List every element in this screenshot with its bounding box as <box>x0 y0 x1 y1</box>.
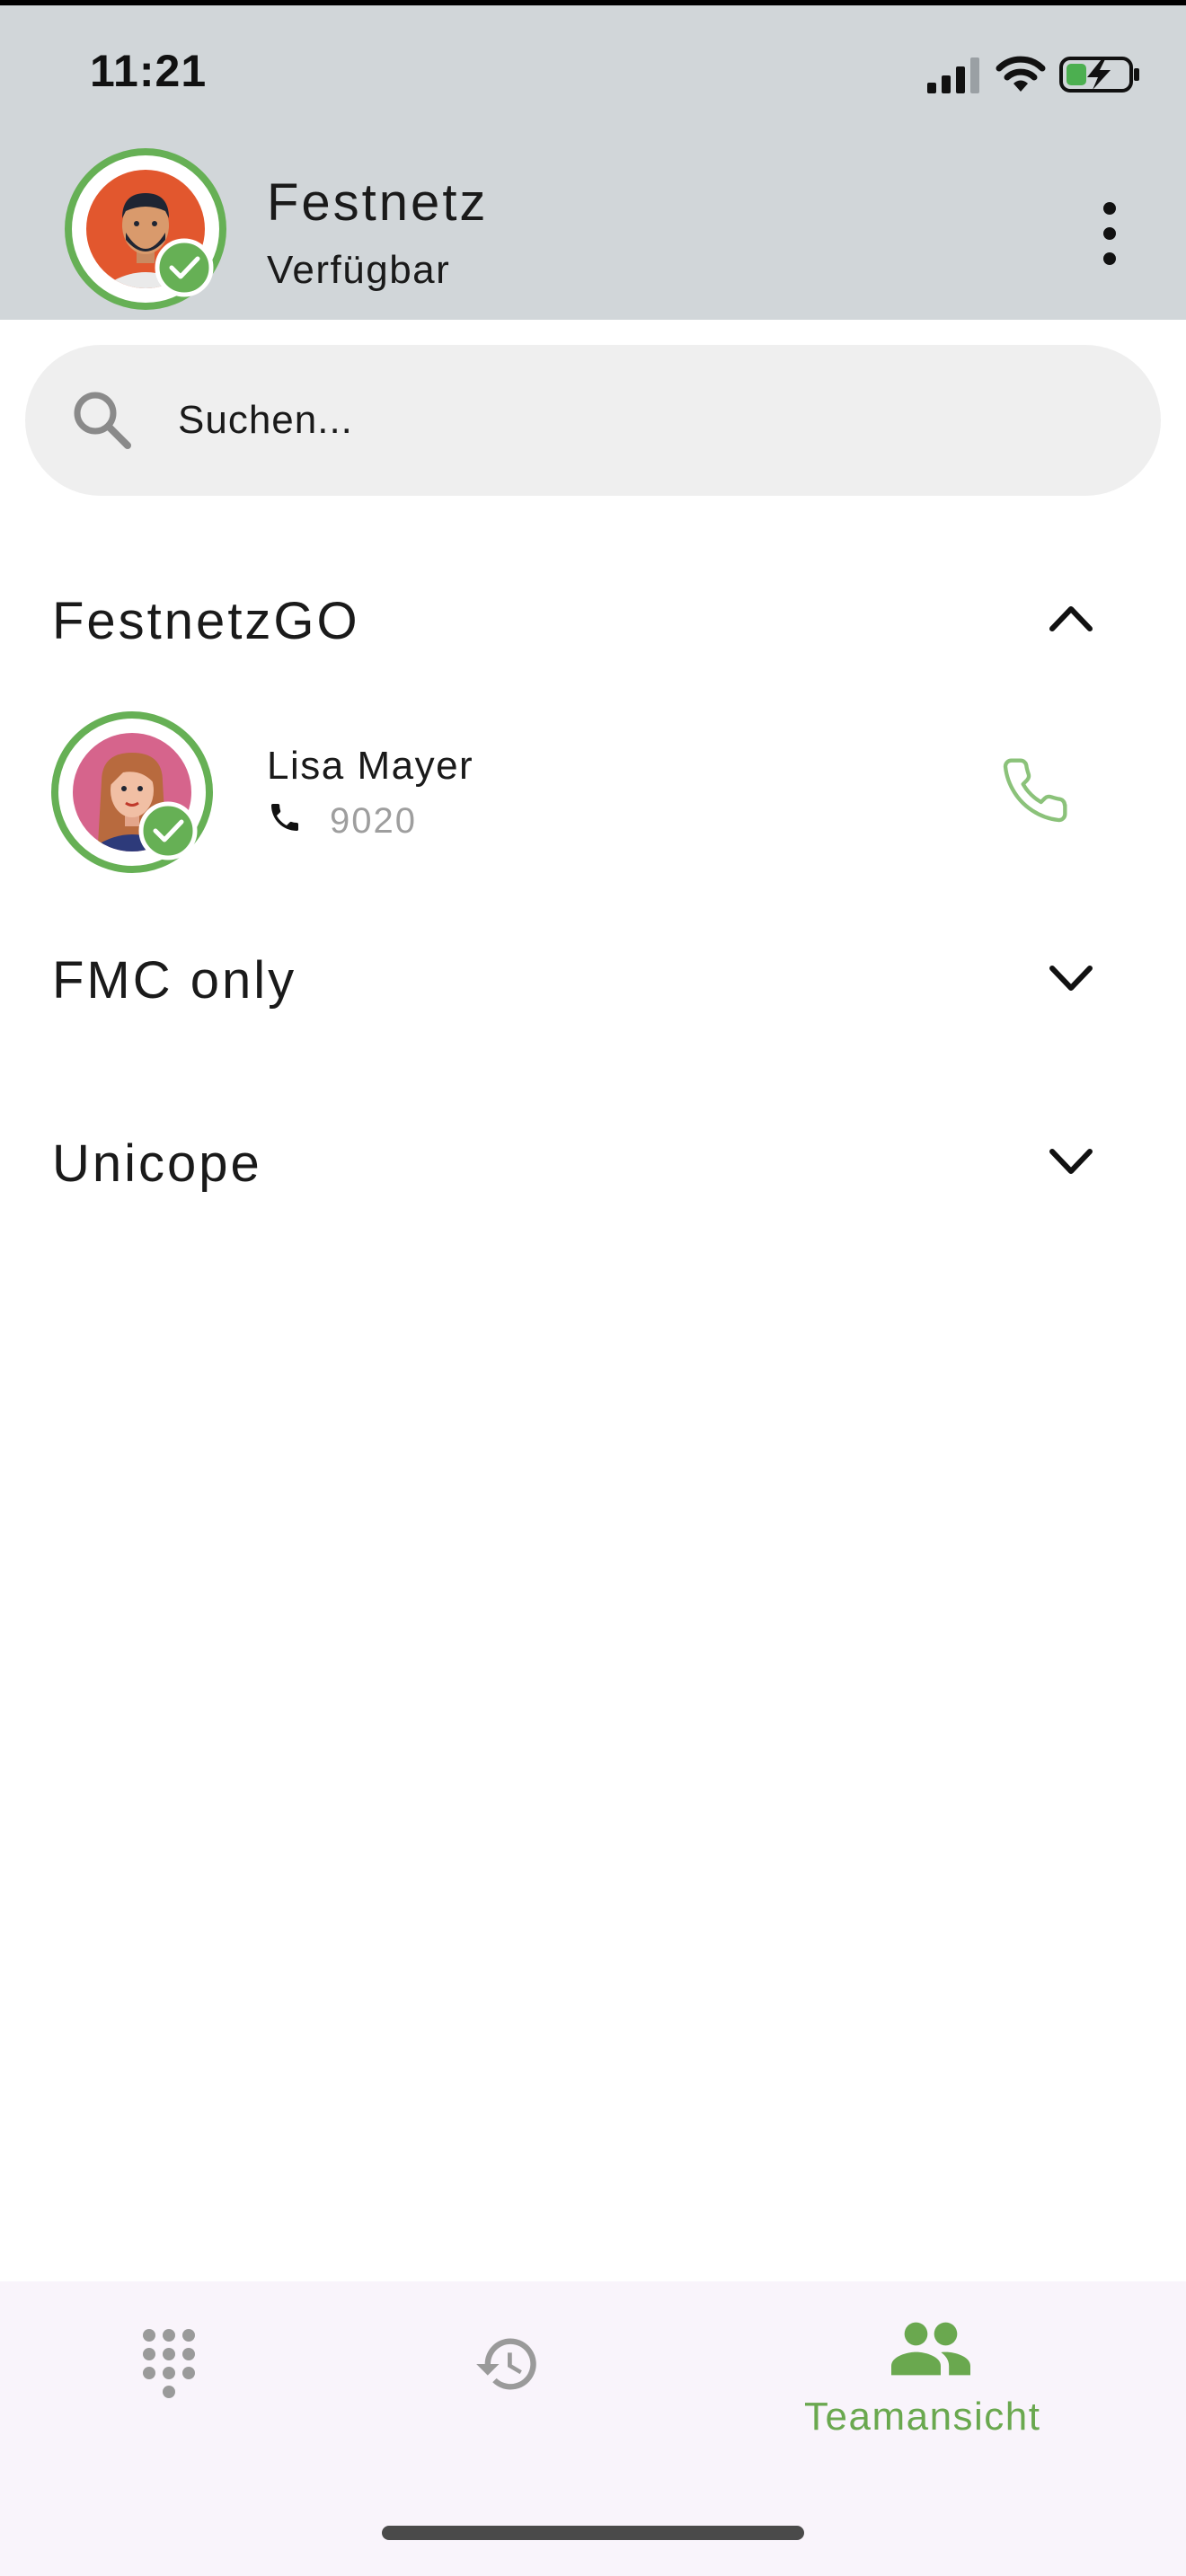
team-icon <box>891 2322 970 2376</box>
phone-icon <box>271 804 298 831</box>
list-item[interactable]: Lisa Mayer 9020 <box>0 701 1186 880</box>
wifi-icon <box>996 56 1046 92</box>
history-icon[interactable] <box>472 2330 544 2398</box>
dialpad-icon[interactable] <box>139 2326 199 2402</box>
battery-charging-icon <box>1059 57 1139 93</box>
contact-avatar <box>51 711 213 873</box>
group-title: FMC only <box>52 951 297 1010</box>
chevron-down-icon[interactable] <box>1047 959 1095 995</box>
home-indicator <box>382 2526 804 2540</box>
search-icon <box>74 392 131 449</box>
cellular-signal-icon <box>927 57 979 93</box>
group-header-unicope[interactable]: Unicope <box>0 1105 1186 1213</box>
nav-item-teamansicht[interactable]: Teamansicht <box>791 2299 1078 2479</box>
contact-extension: 9020 <box>330 801 417 841</box>
call-button[interactable] <box>999 754 1071 826</box>
search-input[interactable] <box>178 383 987 458</box>
group-title: FestnetzGO <box>52 592 360 650</box>
profile-status[interactable]: Verfügbar <box>267 248 450 293</box>
group-header-festnetzgo[interactable]: FestnetzGO <box>0 562 1186 670</box>
more-menu-icon[interactable] <box>1092 198 1128 269</box>
status-time: 11:21 <box>90 46 208 96</box>
search-bar[interactable] <box>25 345 1161 496</box>
contact-name: Lisa Mayer <box>267 744 474 788</box>
my-avatar[interactable] <box>63 146 228 312</box>
chevron-down-icon[interactable] <box>1047 1142 1095 1178</box>
chevron-up-icon[interactable] <box>1047 600 1095 636</box>
nav-label-teamansicht: Teamansicht <box>804 2395 1041 2439</box>
group-title: Unicope <box>52 1134 262 1193</box>
profile-name: Festnetz <box>267 173 489 232</box>
group-header-fmc-only[interactable]: FMC only <box>0 922 1186 1029</box>
